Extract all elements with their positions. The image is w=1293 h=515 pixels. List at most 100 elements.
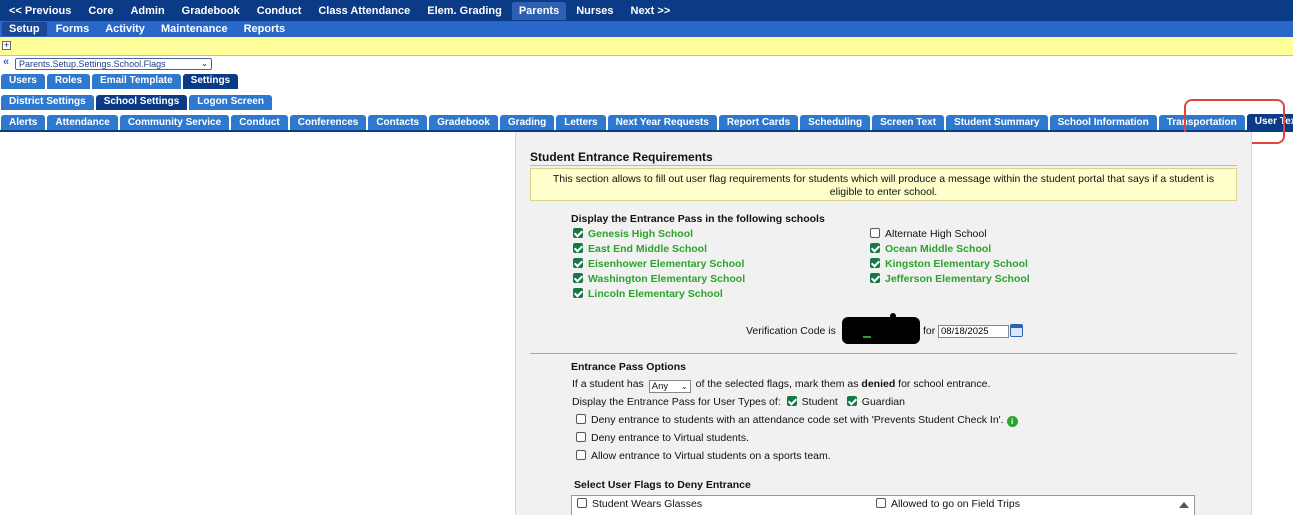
- school-checkbox[interactable]: [870, 243, 880, 253]
- school-checkbox[interactable]: [573, 288, 583, 298]
- tab-report-cards[interactable]: Report Cards: [718, 115, 799, 131]
- redacted-code: [842, 317, 920, 344]
- school-name: Eisenhower Elementary School: [588, 258, 745, 270]
- tab-gradebook[interactable]: Gradebook: [429, 115, 498, 131]
- subnav-activity[interactable]: Activity: [98, 22, 152, 36]
- nav-class-attendance[interactable]: Class Attendance: [311, 2, 417, 20]
- panel-title: Student Entrance Requirements: [530, 150, 713, 164]
- tabs-level-2: District Settings School Settings Logon Sc…: [1, 95, 1293, 110]
- tab-alerts[interactable]: Alerts: [1, 115, 46, 131]
- school-name: Kingston Elementary School: [885, 258, 1028, 270]
- tab-conferences[interactable]: Conferences: [289, 115, 367, 131]
- flag-label: Student Wears Glasses: [592, 498, 703, 510]
- allow-virtual-label: Allow entrance to Virtual students on a …: [591, 450, 831, 462]
- collapse-left-icon[interactable]: «: [3, 56, 9, 68]
- flags-heading: Select User Flags to Deny Entrance: [574, 479, 751, 491]
- nav-next[interactable]: Next >>: [624, 2, 678, 20]
- nav-previous[interactable]: << Previous: [2, 2, 78, 20]
- redacted-code-mark: [890, 313, 896, 319]
- school-checkbox[interactable]: [870, 258, 880, 268]
- subnav-maintenance[interactable]: Maintenance: [154, 22, 235, 36]
- school-option: Lincoln Elementary School: [573, 288, 723, 300]
- info-icon[interactable]: i: [1006, 416, 1018, 427]
- tab-email-template[interactable]: Email Template: [92, 74, 181, 89]
- calendar-icon[interactable]: [1010, 324, 1023, 337]
- school-option: Washington Elementary School: [573, 273, 745, 285]
- tab-student-summary[interactable]: Student Summary: [946, 115, 1048, 131]
- tab-settings[interactable]: Settings: [182, 74, 239, 89]
- guardian-type-label: Guardian: [861, 396, 905, 408]
- scroll-up-icon[interactable]: [1179, 502, 1189, 508]
- school-name: Alternate High School: [885, 228, 987, 240]
- nav-parents[interactable]: Parents: [511, 1, 567, 20]
- deny-virtual-checkbox[interactable]: [576, 432, 586, 442]
- title-divider: [530, 165, 1237, 166]
- deny-attendance-label: Deny entrance to students with an attend…: [591, 414, 1004, 426]
- sub-navigation: Setup Forms Activity Maintenance Reports: [0, 21, 1293, 37]
- nav-admin[interactable]: Admin: [123, 2, 171, 20]
- flag-count-select[interactable]: Any ⌄: [648, 380, 691, 393]
- info-line-1: This section allows to fill out user fla…: [552, 173, 1215, 185]
- flag-checkbox[interactable]: [577, 498, 587, 508]
- section-divider: [530, 353, 1237, 354]
- user-flags-list[interactable]: Student Wears Glasses Allowed to go on F…: [571, 495, 1195, 515]
- tab-school-settings[interactable]: School Settings: [95, 95, 188, 110]
- tab-scheduling[interactable]: Scheduling: [800, 115, 871, 131]
- tab-district-settings[interactable]: District Settings: [1, 95, 94, 110]
- nav-nurses[interactable]: Nurses: [569, 2, 620, 20]
- guardian-type-checkbox[interactable]: [846, 396, 857, 406]
- school-name: East End Middle School: [588, 243, 708, 255]
- school-name: Lincoln Elementary School: [588, 288, 723, 300]
- tab-conduct[interactable]: Conduct: [231, 115, 288, 131]
- nav-conduct[interactable]: Conduct: [250, 2, 309, 20]
- tab-roles[interactable]: Roles: [46, 74, 91, 89]
- tab-community-service[interactable]: Community Service: [119, 115, 230, 131]
- tab-users[interactable]: Users: [1, 74, 45, 89]
- student-type-label: Student: [801, 396, 838, 408]
- flag-count-prefix: If a student has: [572, 378, 644, 390]
- school-checkbox[interactable]: [573, 258, 583, 268]
- date-input[interactable]: 08/18/2025: [938, 325, 1009, 338]
- nav-core[interactable]: Core: [81, 2, 120, 20]
- nav-elem-grading[interactable]: Elem. Grading: [420, 2, 509, 20]
- flag-label: Allowed to go on Field Trips: [891, 498, 1020, 510]
- chevron-down-icon: ⌄: [681, 382, 688, 391]
- tab-school-information[interactable]: School Information: [1049, 115, 1157, 131]
- nav-gradebook[interactable]: Gradebook: [175, 2, 247, 20]
- school-checkbox[interactable]: [870, 273, 880, 283]
- deny-attendance-row: Deny entrance to students with an attend…: [576, 414, 1018, 427]
- info-message: This section allows to fill out user fla…: [530, 168, 1237, 201]
- tab-attendance[interactable]: Attendance: [47, 115, 118, 131]
- expand-icon[interactable]: +: [2, 41, 11, 50]
- for-label: for: [923, 325, 936, 337]
- deny-attendance-checkbox[interactable]: [576, 414, 586, 424]
- flag-checkbox[interactable]: [876, 498, 886, 508]
- schools-heading: Display the Entrance Pass in the followi…: [571, 213, 825, 225]
- school-option: Kingston Elementary School: [870, 258, 1028, 270]
- school-option: East End Middle School: [573, 243, 707, 255]
- tab-next-year-requests[interactable]: Next Year Requests: [607, 115, 717, 131]
- subnav-setup[interactable]: Setup: [2, 22, 47, 36]
- redacted-code-accent: [863, 336, 871, 338]
- tab-letters[interactable]: Letters: [556, 115, 606, 131]
- deny-virtual-row: Deny entrance to Virtual students.: [576, 432, 749, 444]
- deny-virtual-label: Deny entrance to Virtual students.: [591, 432, 749, 444]
- screen-path-select[interactable]: Parents.Setup.Settings.School.Flags ⌄: [15, 58, 212, 70]
- tab-contacts[interactable]: Contacts: [368, 115, 428, 131]
- toolbar-strip: +: [0, 37, 1293, 56]
- tab-grading[interactable]: Grading: [499, 115, 555, 131]
- subnav-forms[interactable]: Forms: [49, 22, 97, 36]
- school-checkbox[interactable]: [870, 228, 880, 238]
- school-checkbox[interactable]: [573, 228, 583, 238]
- school-checkbox[interactable]: [573, 273, 583, 283]
- student-type-checkbox[interactable]: [786, 396, 797, 406]
- tab-logon-screen[interactable]: Logon Screen: [189, 95, 272, 110]
- school-checkbox[interactable]: [573, 243, 583, 253]
- tab-screen-text[interactable]: Screen Text: [872, 115, 945, 131]
- school-option: Alternate High School: [870, 228, 987, 240]
- list-item: Student Wears Glasses: [577, 498, 702, 510]
- settings-panel: Student Entrance Requirements This secti…: [515, 132, 1252, 515]
- tabs-level-1: Users Roles Email Template Settings: [1, 74, 1293, 89]
- allow-virtual-checkbox[interactable]: [576, 450, 586, 460]
- subnav-reports[interactable]: Reports: [237, 22, 293, 36]
